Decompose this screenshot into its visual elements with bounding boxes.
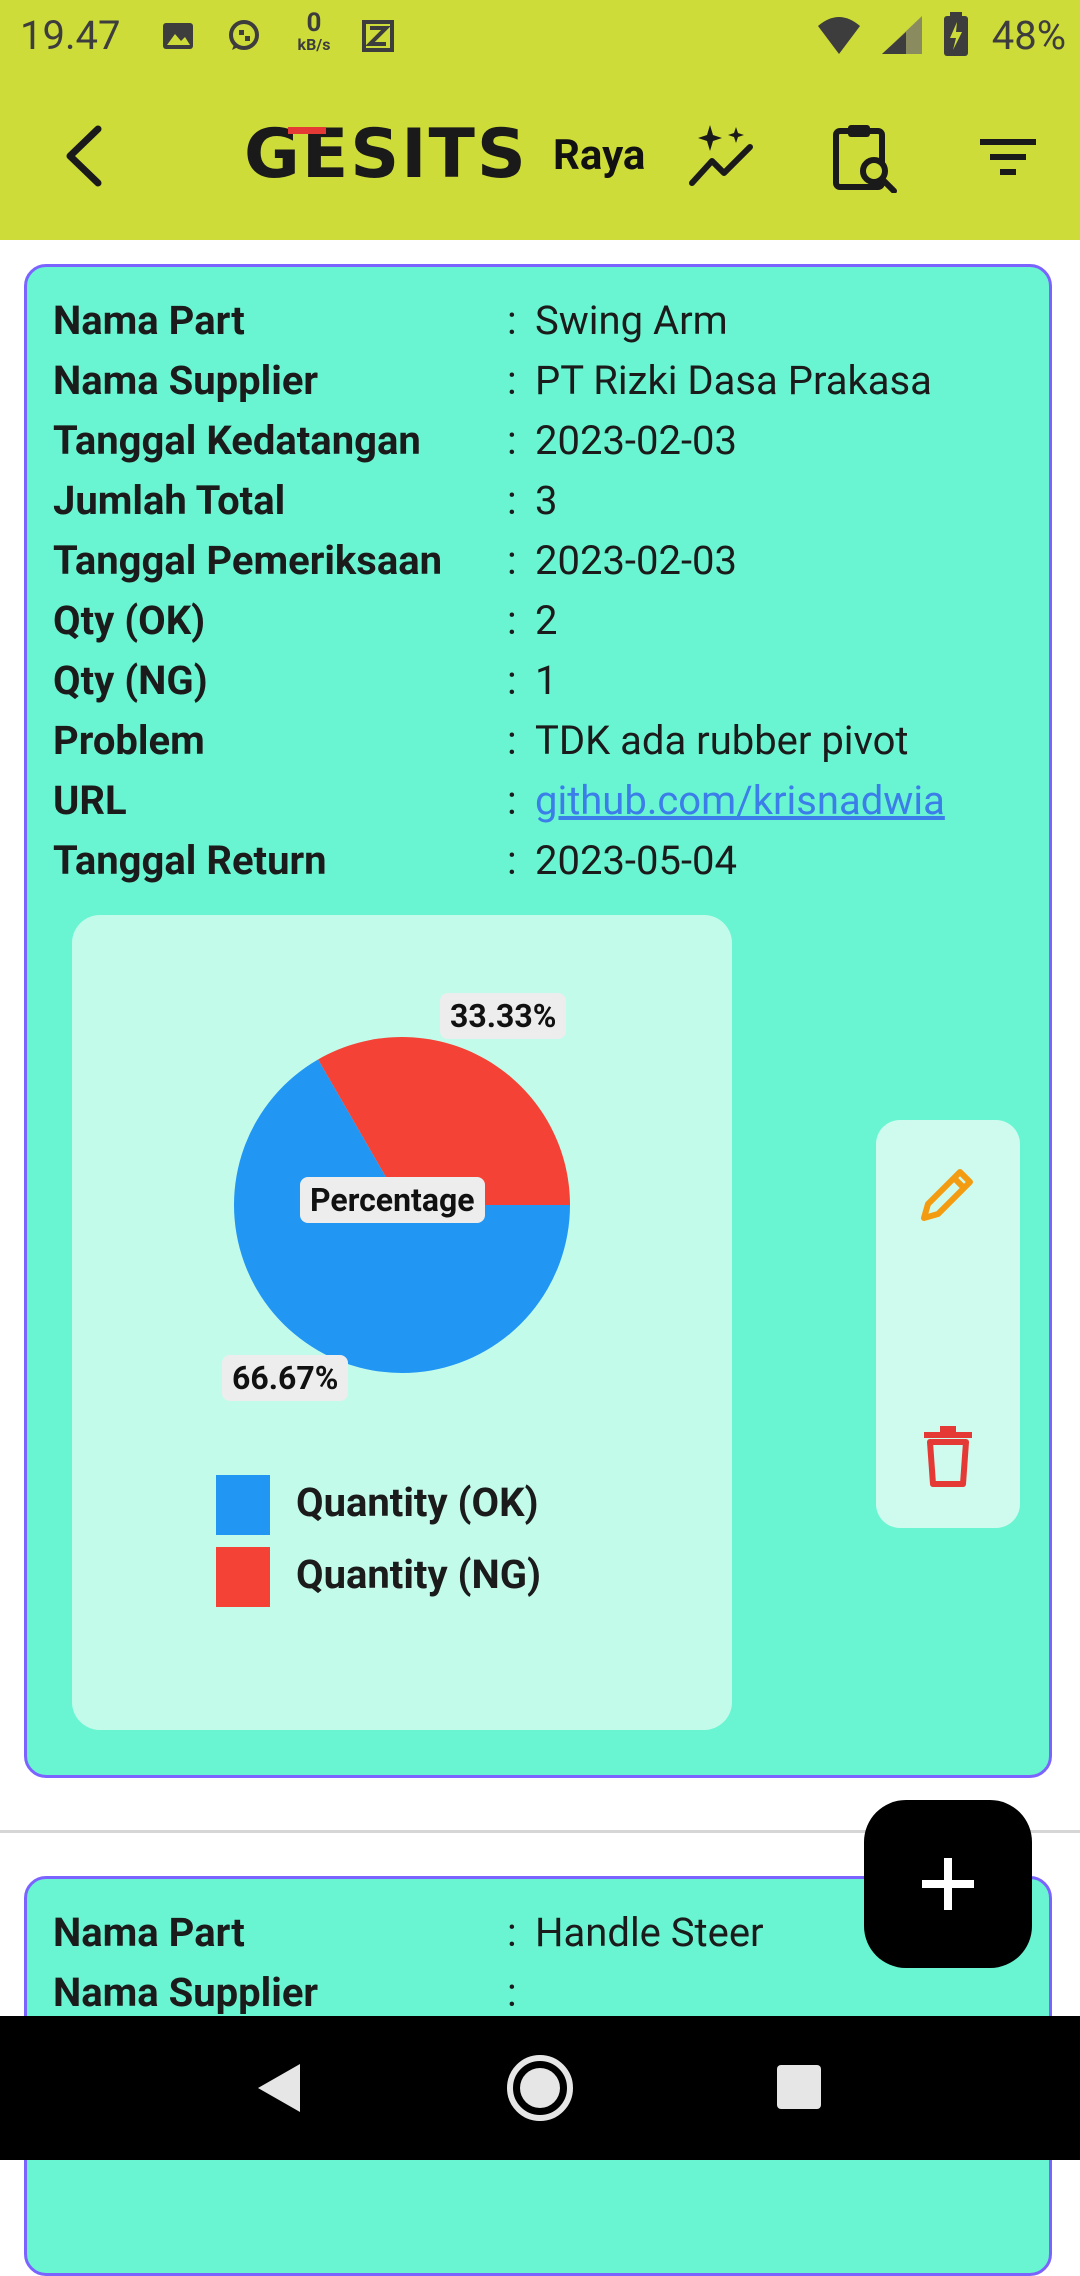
field-label: Qty (OK)	[53, 597, 206, 644]
wifi-icon	[818, 17, 860, 54]
battery-percent: 48%	[991, 12, 1066, 59]
plus-icon	[922, 1858, 974, 1910]
whatsapp-icon	[229, 20, 259, 50]
field-colon: :	[507, 1909, 517, 1956]
field-value: TDK ada rubber pivot	[535, 717, 909, 764]
trash-icon[interactable]	[920, 1424, 976, 1488]
back-arrow-icon[interactable]	[56, 123, 116, 189]
legend-label: Quantity (OK)	[296, 1479, 539, 1526]
status-time: 19.47	[20, 12, 121, 59]
field-colon: :	[507, 1969, 517, 2016]
legend-label: Quantity (NG)	[296, 1551, 542, 1598]
field-colon: :	[507, 417, 517, 464]
model-label[interactable]: Raya	[553, 131, 645, 180]
field-value: 2023-05-04	[535, 837, 737, 884]
legend-swatch	[216, 1475, 270, 1535]
card-actions	[876, 1120, 1020, 1528]
logo-accent-bar	[288, 127, 326, 134]
slice-label-ng: 33.33%	[440, 993, 567, 1039]
recents-square-icon[interactable]	[774, 2062, 824, 2112]
image-icon	[163, 23, 193, 49]
app-bar: GESITS Raya	[0, 75, 1080, 240]
field-label: Tanggal Pemeriksaan	[53, 537, 443, 584]
slice-label-ok: 66.67%	[222, 1355, 349, 1401]
field-colon: :	[507, 297, 517, 344]
url-link[interactable]: github.com/krisnadwia	[535, 777, 945, 824]
field-label: Nama Supplier	[53, 357, 319, 404]
add-fab-button[interactable]	[864, 1800, 1032, 1968]
sparkle-chart-icon[interactable]	[686, 121, 758, 193]
field-label: Jumlah Total	[53, 477, 286, 524]
filter-icon[interactable]	[972, 121, 1044, 193]
field-colon: :	[507, 837, 517, 884]
field-label: Tanggal Return	[53, 837, 327, 884]
field-value: PT Rizki Dasa Prakasa	[535, 357, 932, 404]
signal-icon	[882, 16, 922, 54]
field-value: 2	[535, 597, 558, 644]
clipboard-search-icon[interactable]	[830, 121, 902, 193]
home-circle-icon[interactable]	[506, 2054, 574, 2122]
field-label: Problem	[53, 717, 205, 764]
pie-chart	[234, 1037, 570, 1373]
app-z-icon	[362, 20, 394, 52]
field-colon: :	[507, 777, 517, 824]
field-colon: :	[507, 357, 517, 404]
field-value: 2023-02-03	[535, 417, 737, 464]
status-bar: 19.47 0 kB/s 48%	[0, 0, 1080, 75]
field-colon: :	[507, 597, 517, 644]
system-nav-bar	[0, 2016, 1080, 2160]
legend-swatch	[216, 1547, 270, 1607]
field-label: Qty (NG)	[53, 657, 208, 704]
chart-panel: Percentage 33.33% 66.67% Quantity (OK) Q…	[72, 915, 732, 1730]
field-colon: :	[507, 537, 517, 584]
field-label: URL	[53, 777, 127, 824]
pencil-icon[interactable]	[916, 1162, 980, 1226]
field-label: Tanggal Kedatangan	[53, 417, 421, 464]
field-value: 1	[535, 657, 558, 704]
net-speed-indicator: 0 kB/s	[297, 8, 331, 54]
battery-icon	[944, 12, 968, 56]
field-value: 2023-02-03	[535, 537, 737, 584]
gesits-logo: GESITS	[244, 115, 528, 194]
field-label: Nama Part	[53, 297, 245, 344]
field-label: Nama Supplier	[53, 1969, 319, 2016]
chart-title: Percentage	[300, 1177, 485, 1223]
field-colon: :	[507, 717, 517, 764]
field-label: Nama Part	[53, 1909, 245, 1956]
field-value: Handle Steer	[535, 1909, 764, 1956]
field-value: Swing Arm	[535, 297, 728, 344]
field-value: 3	[535, 477, 558, 524]
field-colon: :	[507, 477, 517, 524]
field-colon: :	[507, 657, 517, 704]
back-triangle-icon[interactable]	[254, 2060, 304, 2116]
